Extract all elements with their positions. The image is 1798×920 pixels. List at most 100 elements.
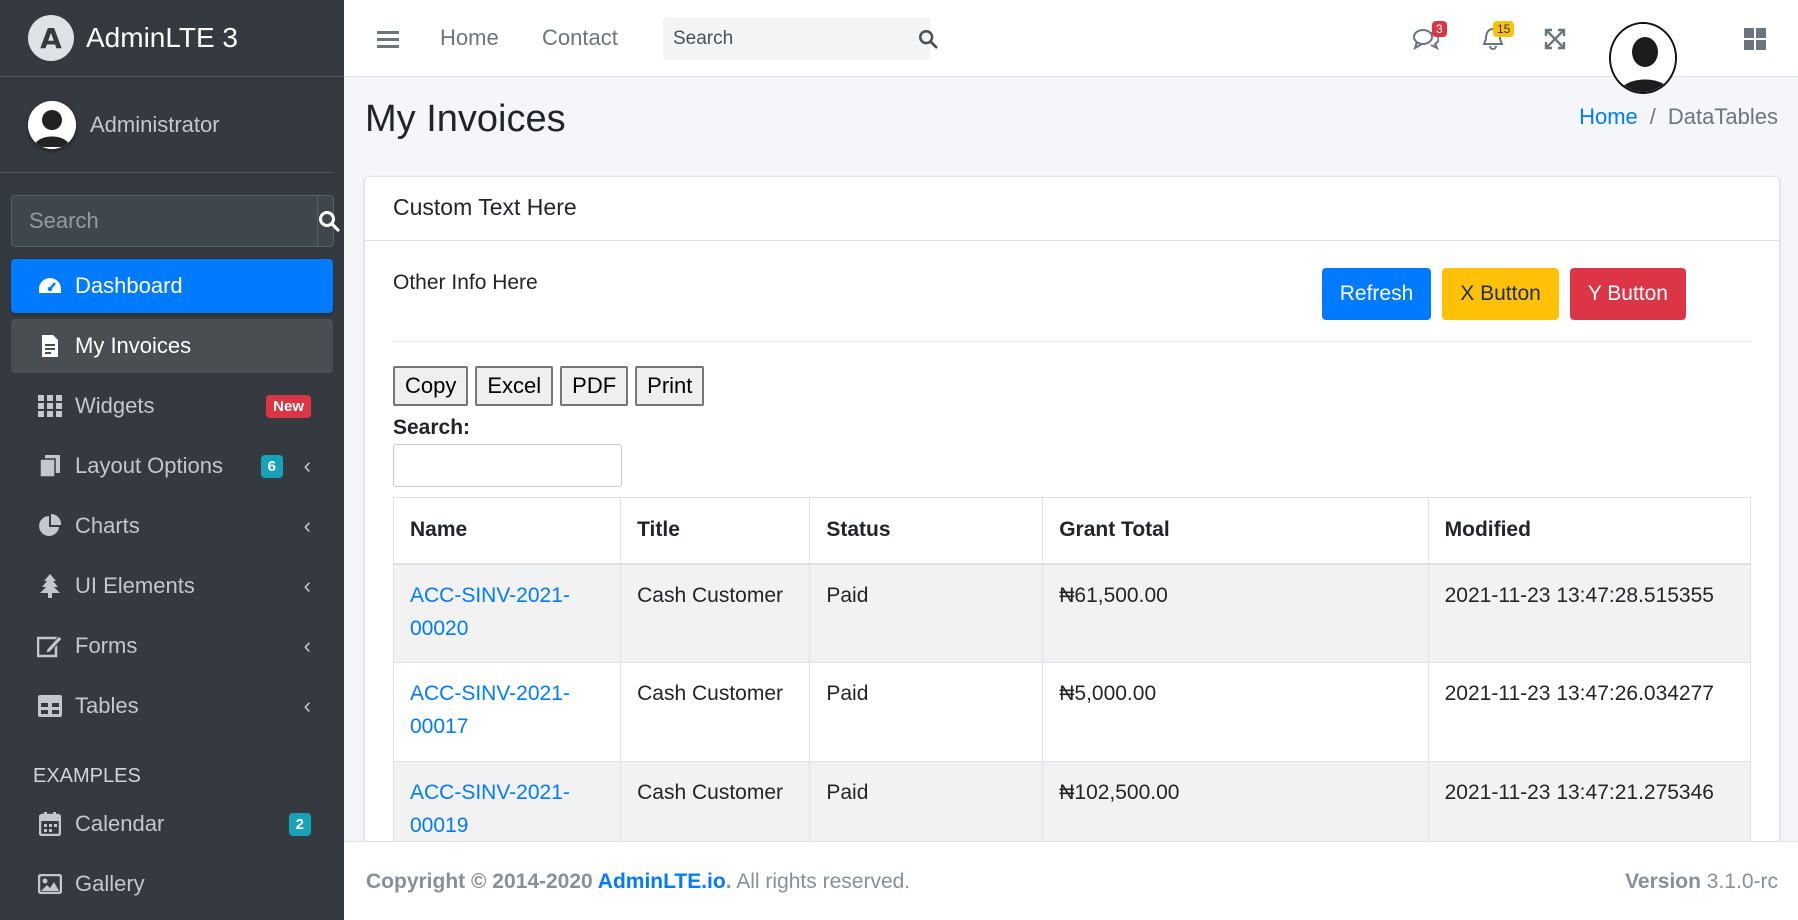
datatable-search-input[interactable]: [393, 444, 622, 487]
user-avatar: [28, 100, 76, 149]
content-wrapper: My Invoices Home / DataTables Custom Text …: [344, 77, 1798, 877]
navbar-search-button[interactable]: [918, 29, 938, 49]
sidebar-item-label: Dashboard: [75, 273, 183, 298]
search-icon: [319, 211, 340, 232]
copy-icon: [37, 453, 63, 479]
nav-link-home[interactable]: Home: [440, 25, 499, 51]
edit-icon: [37, 633, 63, 659]
sidebar-item-label: Calendar: [75, 811, 165, 836]
file-invoice-icon: [37, 333, 63, 359]
divider: [393, 341, 1751, 342]
pdf-button[interactable]: PDF: [560, 366, 629, 406]
navbar-search: [663, 17, 938, 60]
expand-arrows-icon: [1544, 28, 1566, 50]
sidebar-item-label: Forms: [75, 633, 138, 658]
invoice-link[interactable]: ACC-SINV-2021- 00019: [410, 781, 570, 837]
cell-modified: 2021-11-23 13:47:28.515355: [1427, 563, 1752, 663]
table-icon: [37, 693, 63, 719]
cell-total: ₦5,000.00: [1042, 662, 1429, 762]
sidebar-item-label: My Invoices: [75, 333, 192, 358]
calendar-icon: [37, 811, 63, 837]
chart-pie-icon: [37, 513, 63, 539]
navbar-search-input[interactable]: [663, 27, 918, 50]
breadcrumb-home-link[interactable]: Home: [1579, 104, 1638, 129]
column-header-name[interactable]: Name: [392, 497, 622, 565]
chevron-left-icon: ‹: [303, 573, 311, 598]
sidebar-search-input[interactable]: [12, 196, 317, 246]
excel-button[interactable]: Excel: [475, 366, 554, 406]
sidebar-item-widgets[interactable]: Widgets New: [11, 379, 333, 433]
cell-title: Cash Customer: [620, 563, 811, 663]
column-header-modified[interactable]: Modified: [1427, 497, 1752, 565]
nav-header-examples: EXAMPLES: [33, 765, 141, 787]
footer-link[interactable]: AdminLTE.io: [598, 870, 726, 893]
chevron-left-icon: ‹: [303, 453, 311, 478]
fullscreen-button[interactable]: [1541, 25, 1569, 53]
top-navbar: Home Contact 3 15: [344, 0, 1798, 94]
main-sidebar: A AdminLTE 3 Administrator Dashboard My …: [0, 0, 344, 920]
datatable-export-buttons: Copy Excel PDF Print: [393, 366, 705, 406]
other-info-text: Other Info Here: [393, 271, 538, 294]
user-name[interactable]: Administrator: [90, 112, 220, 138]
sidebar-nav: Dashboard My Invoices Widgets New Layout…: [0, 259, 344, 911]
x-button[interactable]: X Button: [1442, 268, 1559, 320]
card-actions: Refresh X Button Y Button: [1321, 268, 1686, 320]
sidebar-item-dashboard[interactable]: Dashboard: [11, 259, 333, 313]
hamburger-menu-icon[interactable]: [374, 25, 402, 53]
th-icon: [37, 393, 63, 419]
sidebar-item-calendar[interactable]: Calendar 2: [11, 797, 333, 851]
copy-button[interactable]: Copy: [393, 366, 469, 406]
sidebar-search-button[interactable]: [317, 196, 340, 246]
sidebar-item-label: Tables: [75, 693, 139, 718]
invoice-link[interactable]: ACC-SINV-2021- 00020: [410, 584, 570, 640]
sidebar-item-my-invoices[interactable]: My Invoices: [11, 319, 333, 373]
control-sidebar-button[interactable]: [1741, 25, 1769, 53]
brand-text: AdminLTE 3: [86, 22, 238, 53]
sidebar-item-label: Layout Options: [75, 453, 223, 478]
messages-badge: 3: [1432, 21, 1447, 37]
breadcrumb: Home / DataTables: [1579, 104, 1778, 130]
cell-title: Cash Customer: [620, 662, 811, 762]
table-row: ACC-SINV-2021- 00020 Cash Customer Paid ₦…: [392, 563, 1752, 663]
cell-modified: 2021-11-23 13:47:26.034277: [1427, 662, 1752, 762]
sidebar-item-gallery[interactable]: Gallery: [11, 857, 333, 911]
breadcrumb-current: DataTables: [1667, 104, 1778, 129]
user-panel[interactable]: Administrator: [0, 77, 334, 173]
cell-status: Paid: [809, 563, 1044, 663]
tachometer-icon: [37, 273, 63, 299]
invoices-table: Name Title Status Grant Total Modified A…: [392, 497, 1752, 861]
brand-link[interactable]: A AdminLTE 3: [0, 0, 344, 77]
sidebar-item-layout-options[interactable]: Layout Options 6 ‹: [11, 439, 333, 493]
cell-status: Paid: [809, 662, 1044, 762]
page-title: My Invoices: [365, 98, 566, 140]
notifications-badge: 15: [1493, 21, 1515, 37]
sidebar-item-label: Charts: [75, 513, 140, 538]
sidebar-item-forms[interactable]: Forms ‹: [11, 619, 333, 673]
nav-link-contact[interactable]: Contact: [542, 25, 618, 51]
cell-name: ACC-SINV-2021- 00020: [392, 563, 622, 663]
column-header-status[interactable]: Status: [809, 497, 1044, 565]
sidebar-item-ui-elements[interactable]: UI Elements ‹: [11, 559, 333, 613]
brand-logo-icon: A: [28, 15, 74, 61]
invoices-card: Custom Text Here Other Info Here Refresh…: [365, 177, 1779, 877]
refresh-button[interactable]: Refresh: [1321, 268, 1432, 320]
main-footer: Copyright © 2014-2020 AdminLTE.io. All r…: [344, 841, 1798, 920]
y-button[interactable]: Y Button: [1569, 268, 1686, 320]
sidebar-search: [11, 195, 340, 247]
print-button[interactable]: Print: [635, 366, 705, 406]
messages-dropdown[interactable]: 3: [1412, 21, 1447, 53]
sidebar-item-charts[interactable]: Charts ‹: [11, 499, 333, 553]
table-header-row: Name Title Status Grant Total Modified: [392, 497, 1752, 565]
invoice-link[interactable]: ACC-SINV-2021- 00017: [410, 682, 570, 738]
footer-version: Version 3.1.0-rc: [1625, 870, 1778, 893]
tree-icon: [37, 573, 63, 599]
column-header-title[interactable]: Title: [620, 497, 811, 565]
cell-name: ACC-SINV-2021- 00017: [392, 662, 622, 762]
column-header-grant-total[interactable]: Grant Total: [1042, 497, 1429, 565]
table-row: ACC-SINV-2021- 00017 Cash Customer Paid ₦…: [392, 662, 1752, 762]
sidebar-item-tables[interactable]: Tables ‹: [11, 679, 333, 733]
count-badge: 6: [260, 454, 283, 478]
count-badge: 2: [288, 812, 311, 836]
new-badge: New: [266, 394, 311, 418]
notifications-dropdown[interactable]: 15: [1479, 21, 1515, 53]
